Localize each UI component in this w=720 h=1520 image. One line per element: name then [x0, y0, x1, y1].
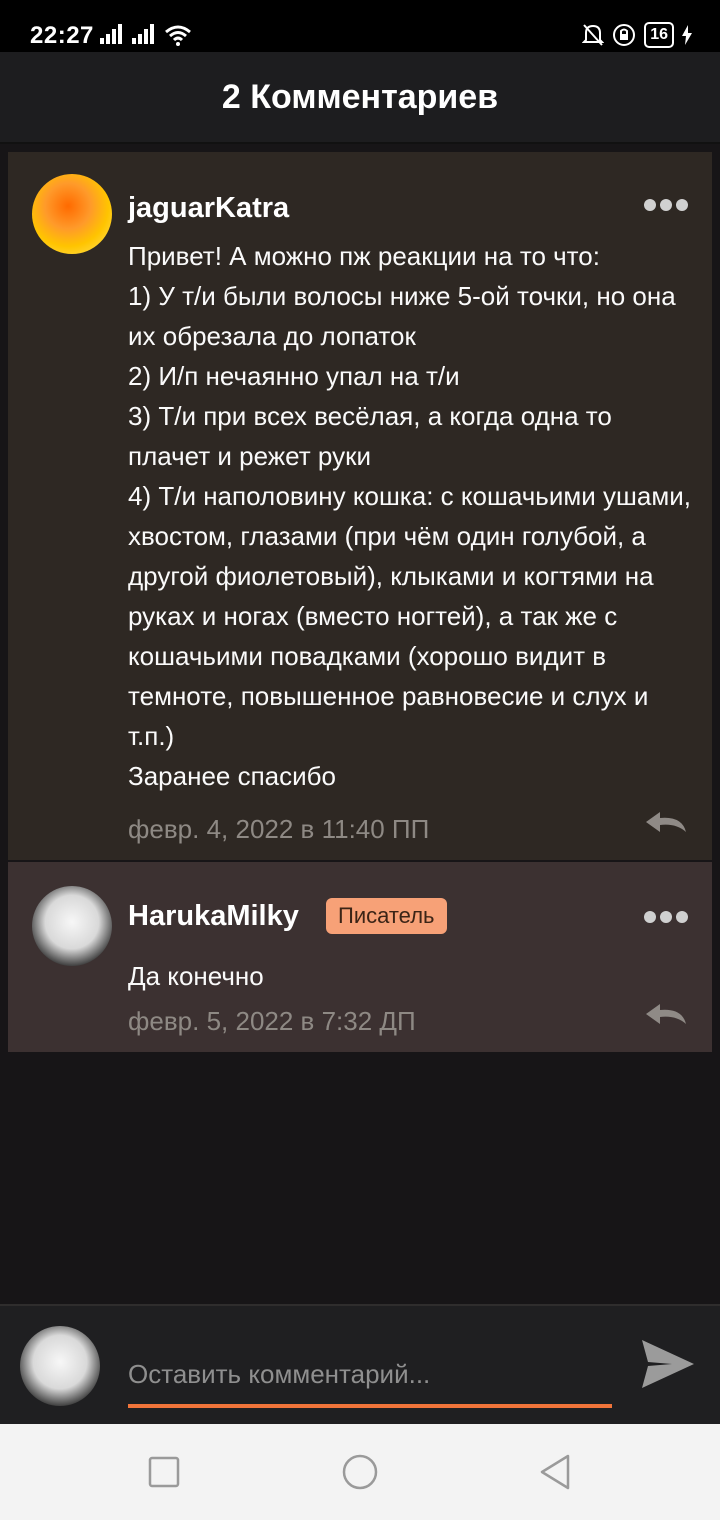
comment-input[interactable] — [128, 1344, 612, 1408]
recents-icon[interactable] — [144, 1452, 184, 1492]
bell-off-icon — [582, 24, 605, 46]
more-options-icon[interactable] — [644, 198, 688, 212]
comment-item: HarukaMilky Писатель Да конечно февр. 5,… — [8, 862, 712, 1052]
comment-timestamp: февр. 5, 2022 в 7:32 ДП — [128, 1006, 416, 1036]
status-bar: 22:27 16 — [0, 0, 720, 52]
status-right-icons: 16 — [582, 22, 692, 48]
comment-text: Привет! А можно пж реакции на то что: 1)… — [128, 241, 691, 791]
more-options-icon[interactable] — [644, 910, 688, 924]
comment-username[interactable]: jaguarKatra — [128, 192, 289, 225]
comment-composer — [0, 1304, 720, 1426]
avatar[interactable] — [32, 886, 112, 966]
comment-timestamp: февр. 4, 2022 в 11:40 ПП — [128, 814, 430, 844]
avatar — [20, 1326, 100, 1406]
back-icon[interactable] — [536, 1452, 576, 1492]
navigation-bar — [0, 1424, 720, 1520]
lock-rotation-icon — [613, 24, 636, 46]
comment-username[interactable]: HarukaMilky — [128, 900, 299, 933]
comment-item: jaguarKatra Привет! А можно пж реакции н… — [8, 152, 712, 860]
reply-icon[interactable] — [644, 810, 688, 836]
comment-text: Да конечно — [128, 961, 264, 991]
header: 2 Комментариев — [0, 52, 720, 144]
battery-indicator: 16 — [644, 22, 674, 48]
status-time: 22:27 — [30, 22, 94, 49]
signal-icon-2 — [132, 24, 154, 44]
writer-badge: Писатель — [326, 898, 447, 934]
charging-icon — [682, 25, 692, 45]
wifi-icon — [165, 25, 191, 46]
signal-icon — [100, 24, 122, 44]
send-icon[interactable] — [638, 1334, 698, 1394]
home-icon[interactable] — [340, 1452, 380, 1492]
avatar[interactable] — [32, 174, 112, 254]
page-title: 2 Комментариев — [221, 78, 499, 116]
reply-icon[interactable] — [644, 1002, 688, 1028]
status-left-icons — [100, 24, 192, 46]
